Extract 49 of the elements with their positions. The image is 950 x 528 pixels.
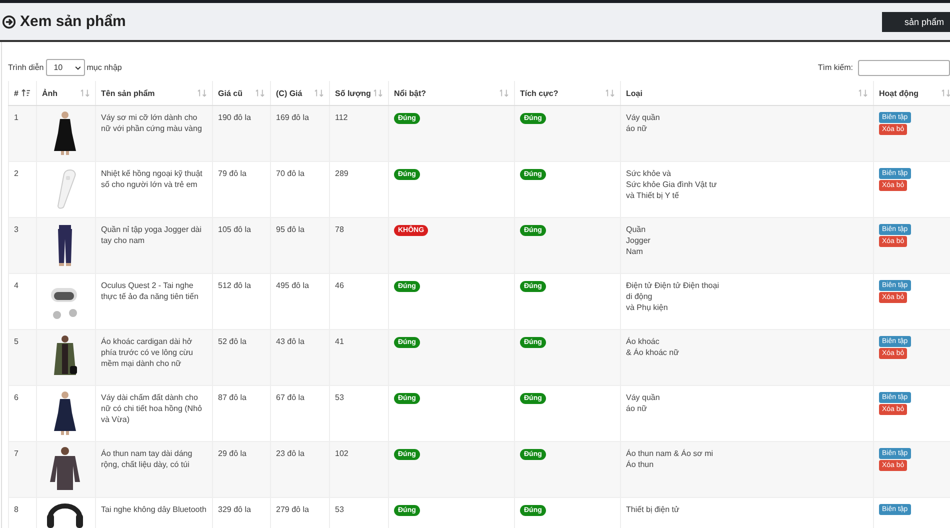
category-line: & Áo khoác nữ bbox=[626, 347, 680, 358]
table-cell: 169 đô la bbox=[270, 106, 330, 162]
entries-select[interactable]: 10 bbox=[46, 59, 85, 76]
table-cell: 112 bbox=[330, 106, 388, 162]
table-cell: Váy sơ mi cỡ lớn dành cho nữ với phần cứng màu vàng bbox=[96, 106, 212, 162]
category-line: Áo thun bbox=[626, 459, 655, 470]
table-cell: 1 bbox=[8, 106, 36, 162]
category-line: và Phụ kiện bbox=[626, 302, 669, 313]
category-line: áo nữ bbox=[626, 123, 648, 134]
page-title: Xem sản phẩm bbox=[20, 13, 126, 30]
category-line: Áo khoác bbox=[626, 336, 660, 347]
category-line: và Thiết bị Y tế bbox=[626, 190, 680, 201]
category-line: Áo thun nam & Áo sơ mi bbox=[626, 448, 714, 459]
table-cell: 279 đô la bbox=[270, 498, 330, 528]
category-line: Sức khỏe và bbox=[626, 168, 672, 179]
add-product-button[interactable]: sản phẩm bbox=[882, 12, 950, 32]
table-cell: 8 bbox=[8, 498, 36, 528]
table-cell: 105 đô la bbox=[212, 218, 270, 274]
category-line: Váy quần bbox=[626, 112, 661, 123]
category-line: Điện tử Điện tử Điện thoại bbox=[626, 280, 720, 291]
table-cell: Quần nỉ tập yoga Jogger dài tay cho nam bbox=[96, 218, 212, 274]
table-cell: Tai nghe không dây Bluetooth bbox=[96, 498, 212, 528]
table-cell: 3 bbox=[8, 218, 36, 274]
table-cell: 7 bbox=[8, 442, 36, 498]
search-label: Tìm kiếm: bbox=[818, 63, 853, 72]
table-cell: 78 bbox=[330, 218, 388, 274]
category-line: Sức khỏe Gia đình Vật tư bbox=[626, 179, 718, 190]
category-line: Váy quần bbox=[626, 392, 661, 403]
category-line: di động bbox=[626, 291, 654, 302]
table-cell: 95 đô la bbox=[270, 218, 330, 274]
table-cell: 102 bbox=[330, 442, 388, 498]
entries-label: mục nhập bbox=[86, 63, 122, 72]
category-line: Thiết bị điện tử bbox=[626, 504, 680, 515]
table-cell: 23 đô la bbox=[270, 442, 330, 498]
table-cell: Áo thun nam tay dài dáng rộng, chất liệu dày, có túi bbox=[96, 442, 212, 498]
table-cell: Áo khoác cardigan dài hở phía trước có ve lông cừu mềm mại dành cho nữ bbox=[96, 330, 212, 386]
table-cell: 53 bbox=[330, 498, 388, 528]
category-line: Nam bbox=[626, 246, 644, 257]
category-line: Jogger bbox=[626, 235, 652, 246]
table-cell: 41 bbox=[330, 330, 388, 386]
table-cell: 52 đô la bbox=[212, 330, 270, 386]
table-cell: 43 đô la bbox=[270, 330, 330, 386]
category-line: áo nữ bbox=[626, 403, 648, 414]
table-cell: 29 đô la bbox=[212, 442, 270, 498]
table-cell: 5 bbox=[8, 330, 36, 386]
category-line: Quần bbox=[626, 224, 647, 235]
show-label: Trình diễn bbox=[8, 63, 44, 72]
table-cell: 190 đô la bbox=[212, 106, 270, 162]
table-cell: 329 đô la bbox=[212, 498, 270, 528]
